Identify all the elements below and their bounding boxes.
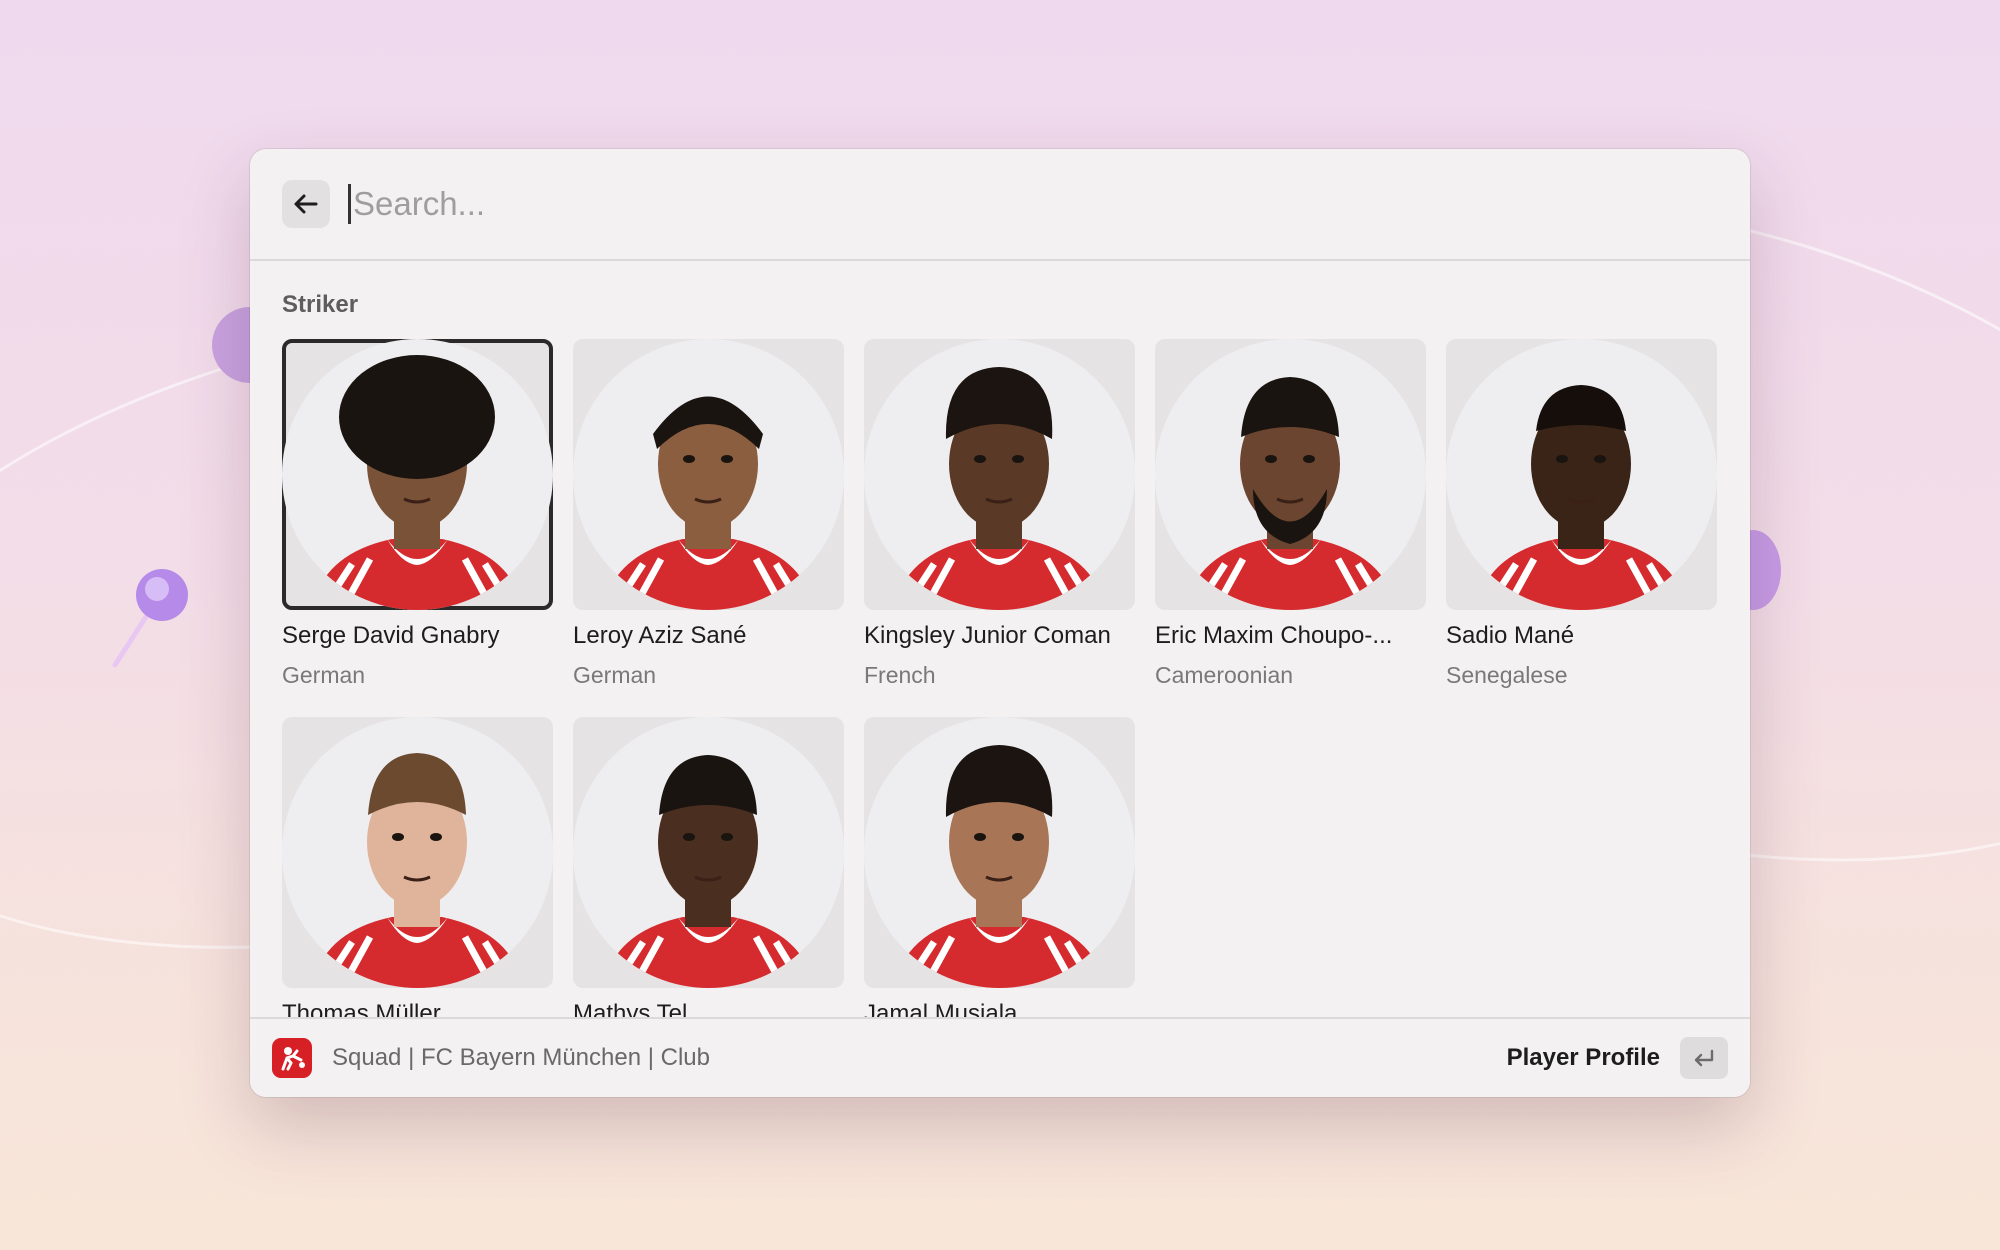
player-nationality: Senegalese bbox=[1446, 662, 1568, 688]
player-card[interactable]: Kingsley Junior Coman French bbox=[864, 339, 1135, 689]
player-nationality: Cameroonian bbox=[1155, 662, 1294, 688]
player-thumbnail[interactable] bbox=[1446, 339, 1717, 610]
player-grid: Serge David Gnabry German Leroy Aziz Sané… bbox=[282, 339, 1718, 1017]
breadcrumb: Squad | FC Bayern München | Club bbox=[332, 1044, 710, 1071]
player-photo bbox=[282, 717, 553, 988]
player-photo bbox=[282, 339, 553, 610]
launcher-window: Striker Serge David GnabryGerman Lero bbox=[250, 149, 1750, 1097]
player-name: Serge David Gnabry bbox=[282, 622, 500, 649]
player-card[interactable]: Sadio Mané Senegalese bbox=[1446, 339, 1717, 689]
enter-key-button[interactable] bbox=[1680, 1037, 1728, 1079]
player-name: Thomas Müller bbox=[282, 1000, 441, 1017]
player-photo bbox=[864, 339, 1135, 610]
player-card[interactable]: Eric Maxim Choupo-... Cameroonian bbox=[1155, 339, 1426, 689]
footer-bar: Squad | FC Bayern München | Club Player … bbox=[250, 1017, 1750, 1097]
player-thumbnail[interactable] bbox=[282, 717, 553, 988]
player-profile-action[interactable]: Player Profile bbox=[1507, 1044, 1660, 1072]
player-nationality: French bbox=[864, 662, 936, 688]
search-input[interactable] bbox=[348, 184, 1718, 224]
player-thumbnail[interactable] bbox=[282, 339, 553, 610]
player-card[interactable]: Leroy Aziz Sané German bbox=[573, 339, 844, 689]
player-card[interactable]: Thomas Müller bbox=[282, 717, 553, 1017]
lollipop-decoration bbox=[1745, 530, 1781, 610]
player-thumbnail[interactable] bbox=[864, 339, 1135, 610]
player-name: Jamal Musiala bbox=[864, 1000, 1018, 1017]
player-name: Kingsley Junior Coman bbox=[864, 622, 1111, 649]
player-photo bbox=[864, 717, 1135, 988]
player-photo bbox=[573, 339, 844, 610]
search-bar bbox=[250, 149, 1750, 261]
player-photo bbox=[573, 717, 844, 988]
section-title: Striker bbox=[282, 291, 359, 318]
player-card[interactable]: Serge David Gnabry German bbox=[282, 339, 553, 689]
player-nationality: German bbox=[282, 662, 366, 688]
player-thumbnail[interactable] bbox=[573, 339, 844, 610]
results-panel: Striker Serge David Gnabry German Leroy … bbox=[250, 263, 1750, 1017]
player-photo bbox=[1446, 339, 1717, 610]
player-nationality: German bbox=[573, 662, 657, 688]
player-name: Eric Maxim Choupo-... bbox=[1155, 622, 1393, 649]
return-key-icon bbox=[1694, 1049, 1714, 1067]
player-thumbnail[interactable] bbox=[1155, 339, 1426, 610]
player-card[interactable]: Jamal Musiala bbox=[864, 717, 1135, 1017]
lollipop-decoration bbox=[112, 569, 188, 668]
player-thumbnail[interactable] bbox=[864, 717, 1135, 988]
back-button[interactable] bbox=[282, 180, 330, 228]
player-card[interactable]: Mathys Tel bbox=[573, 717, 844, 1017]
arrow-left-icon bbox=[294, 194, 318, 214]
bundesliga-logo-icon bbox=[272, 1038, 312, 1078]
player-name: Sadio Mané bbox=[1446, 622, 1575, 649]
player-name: Leroy Aziz Sané bbox=[573, 622, 747, 649]
player-photo bbox=[1155, 339, 1426, 610]
player-thumbnail[interactable] bbox=[573, 717, 844, 988]
player-name: Mathys Tel bbox=[573, 1000, 688, 1017]
